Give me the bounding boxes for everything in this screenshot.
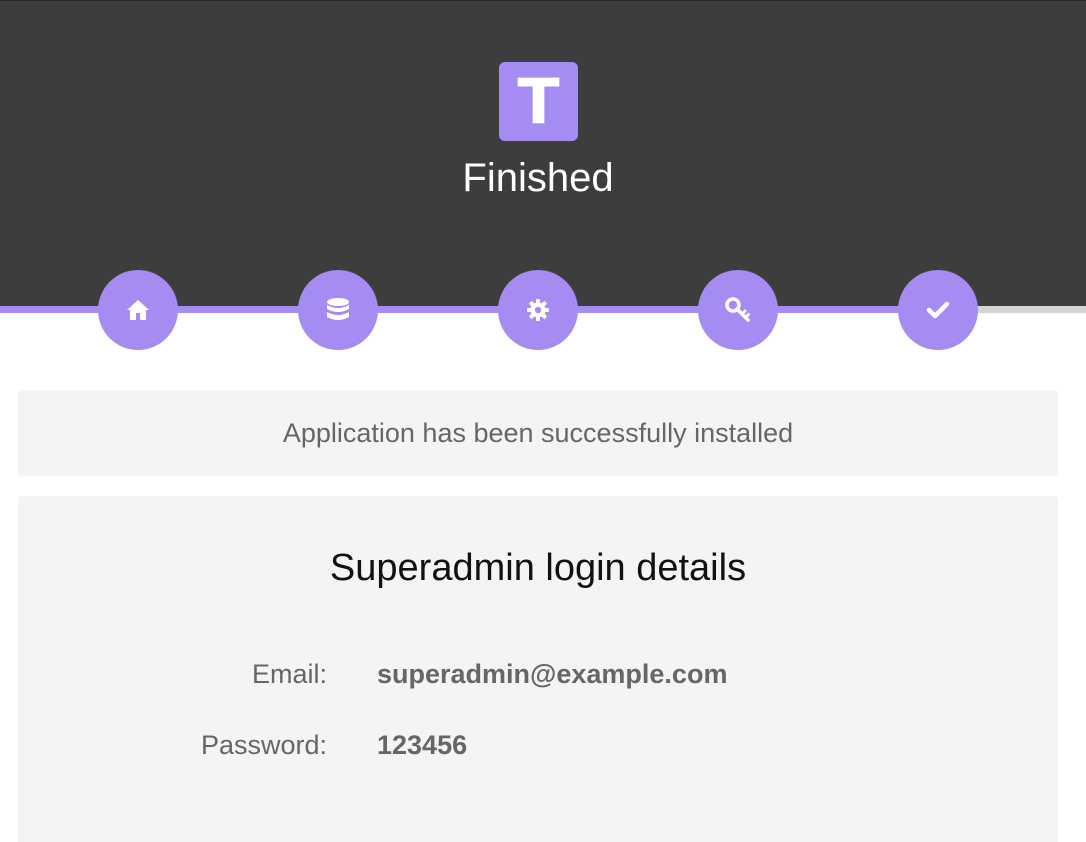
password-value: 123456 [377, 730, 468, 760]
card-title: Superadmin login details [329, 547, 747, 589]
login-details-card: Superadmin login details Email: superadm… [18, 496, 1058, 842]
step-key[interactable] [698, 270, 778, 350]
step-finish[interactable] [898, 270, 978, 350]
email-value: superadmin@example.com [377, 659, 728, 689]
step-database[interactable] [298, 270, 378, 350]
app-logo: T [499, 62, 578, 141]
home-icon [127, 300, 149, 320]
installer-header: T Finished [0, 0, 1086, 306]
step-home[interactable] [98, 270, 178, 350]
email-label: Email: [251, 659, 327, 689]
gear-icon [527, 299, 549, 321]
key-icon [725, 297, 750, 322]
success-alert: Application has been successfully instal… [18, 390, 1058, 476]
check-icon [926, 301, 950, 319]
step-settings[interactable] [498, 270, 578, 350]
success-message: Application has been successfully instal… [282, 418, 794, 448]
password-label: Password: [200, 730, 327, 760]
database-icon [327, 298, 349, 320]
page-title: Finished [462, 156, 614, 200]
